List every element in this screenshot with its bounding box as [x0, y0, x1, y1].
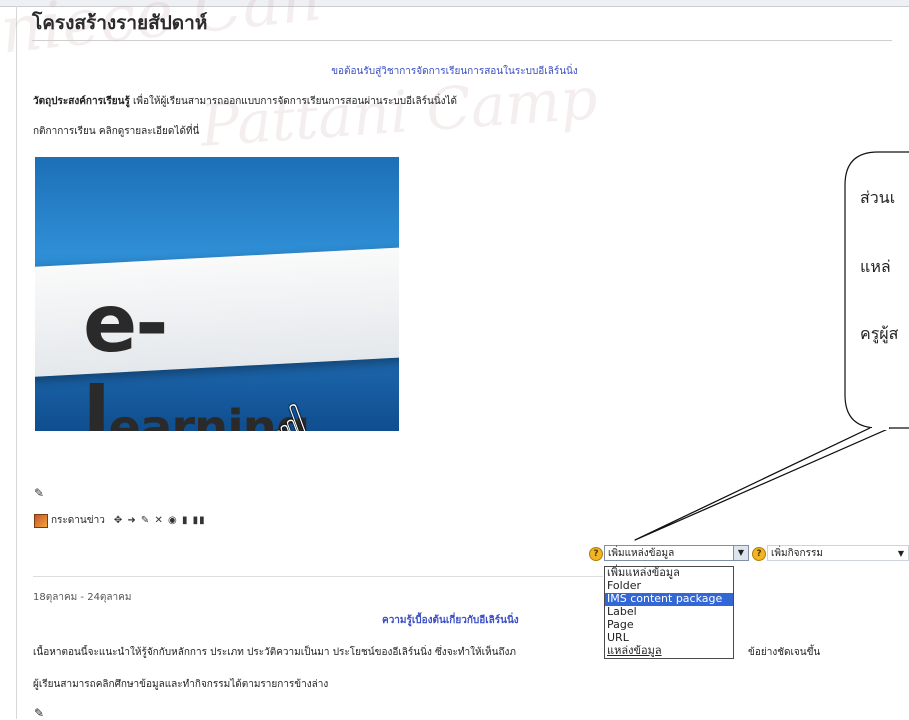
callout-line: แหล่ — [860, 257, 891, 276]
callout-line: ครูผู้ส — [860, 324, 899, 343]
callout-bubble — [634, 151, 909, 541]
callout-line: ส่วนเ — [860, 188, 896, 207]
